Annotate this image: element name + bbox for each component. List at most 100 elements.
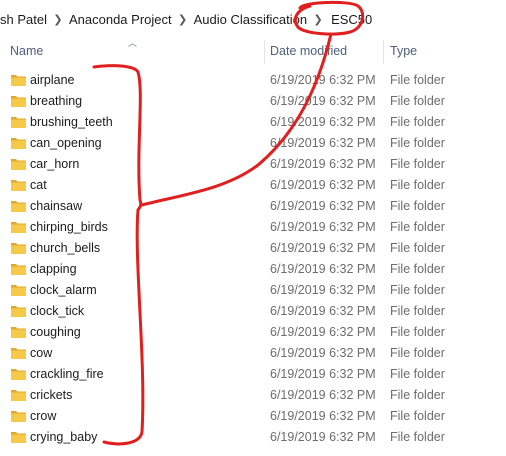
file-type: File folder	[390, 136, 445, 150]
file-name[interactable]: church_bells	[30, 241, 100, 255]
list-item[interactable]: breathing 6/19/2019 6:32 PM File folder	[0, 91, 506, 112]
list-item[interactable]: chainsaw 6/19/2019 6:32 PM File folder	[0, 196, 506, 217]
file-name[interactable]: airplane	[30, 73, 74, 87]
list-item[interactable]: airplane 6/19/2019 6:32 PM File folder	[0, 70, 506, 91]
breadcrumb-item-audio-classification[interactable]: Audio Classification	[194, 12, 307, 27]
date-modified: 6/19/2019 6:32 PM	[270, 115, 376, 129]
file-name[interactable]: breathing	[30, 94, 82, 108]
date-modified: 6/19/2019 6:32 PM	[270, 409, 376, 423]
file-name[interactable]: chainsaw	[30, 199, 82, 213]
folder-icon	[11, 96, 26, 107]
column-divider[interactable]	[383, 40, 384, 64]
file-name[interactable]: chirping_birds	[30, 220, 108, 234]
folder-icon	[11, 285, 26, 296]
list-item[interactable]: brushing_teeth 6/19/2019 6:32 PM File fold…	[0, 112, 506, 133]
file-name[interactable]: can_opening	[30, 136, 102, 150]
column-header-row: Name Date modified Type	[0, 38, 506, 64]
list-item[interactable]: crackling_fire 6/19/2019 6:32 PM File fold…	[0, 364, 506, 385]
date-modified: 6/19/2019 6:32 PM	[270, 388, 376, 402]
date-modified: 6/19/2019 6:32 PM	[270, 346, 376, 360]
file-name[interactable]: coughing	[30, 325, 81, 339]
file-list: airplane 6/19/2019 6:32 PM File folder brea…	[0, 70, 506, 448]
file-type: File folder	[390, 115, 445, 129]
breadcrumb: sh Patel ❯ Anaconda Project ❯ Audio Clas…	[0, 0, 506, 38]
date-modified: 6/19/2019 6:32 PM	[270, 157, 376, 171]
date-modified: 6/19/2019 6:32 PM	[270, 178, 376, 192]
folder-icon	[11, 138, 26, 149]
file-type: File folder	[390, 346, 445, 360]
folder-icon	[11, 243, 26, 254]
file-type: File folder	[390, 73, 445, 87]
file-name[interactable]: crickets	[30, 388, 72, 402]
chevron-right-icon[interactable]: ❯	[47, 13, 69, 26]
file-name[interactable]: car_horn	[30, 157, 79, 171]
chevron-right-icon[interactable]: ❯	[172, 13, 194, 26]
date-modified: 6/19/2019 6:32 PM	[270, 283, 376, 297]
breadcrumb-item-anaconda-project[interactable]: Anaconda Project	[69, 12, 172, 27]
date-modified: 6/19/2019 6:32 PM	[270, 241, 376, 255]
date-modified: 6/19/2019 6:32 PM	[270, 304, 376, 318]
file-type: File folder	[390, 409, 445, 423]
date-modified: 6/19/2019 6:32 PM	[270, 199, 376, 213]
breadcrumb-item-user[interactable]: sh Patel	[0, 12, 47, 27]
breadcrumb-item-esc50[interactable]: ESC50	[329, 12, 374, 27]
date-modified: 6/19/2019 6:32 PM	[270, 73, 376, 87]
list-item[interactable]: crickets 6/19/2019 6:32 PM File folder	[0, 385, 506, 406]
list-item[interactable]: clock_alarm 6/19/2019 6:32 PM File folder	[0, 280, 506, 301]
list-item[interactable]: chirping_birds 6/19/2019 6:32 PM File fold…	[0, 217, 506, 238]
file-name[interactable]: clock_tick	[30, 304, 84, 318]
folder-icon	[11, 306, 26, 317]
file-type: File folder	[390, 199, 445, 213]
file-name[interactable]: clapping	[30, 262, 77, 276]
chevron-right-icon[interactable]: ❯	[307, 13, 329, 26]
folder-icon	[11, 201, 26, 212]
folder-icon	[11, 369, 26, 380]
file-type: File folder	[390, 430, 445, 444]
folder-icon	[11, 390, 26, 401]
date-modified: 6/19/2019 6:32 PM	[270, 325, 376, 339]
column-header-date-modified[interactable]: Date modified	[270, 44, 347, 58]
file-name[interactable]: clock_alarm	[30, 283, 97, 297]
folder-icon	[11, 348, 26, 359]
folder-icon	[11, 75, 26, 86]
date-modified: 6/19/2019 6:32 PM	[270, 367, 376, 381]
list-item[interactable]: clock_tick 6/19/2019 6:32 PM File folder	[0, 301, 506, 322]
file-type: File folder	[390, 262, 445, 276]
date-modified: 6/19/2019 6:32 PM	[270, 262, 376, 276]
list-item[interactable]: church_bells 6/19/2019 6:32 PM File folder	[0, 238, 506, 259]
column-divider[interactable]	[264, 40, 265, 64]
file-name[interactable]: crackling_fire	[30, 367, 104, 381]
file-type: File folder	[390, 241, 445, 255]
date-modified: 6/19/2019 6:32 PM	[270, 220, 376, 234]
file-type: File folder	[390, 94, 445, 108]
file-name[interactable]: crow	[30, 409, 56, 423]
file-type: File folder	[390, 388, 445, 402]
file-type: File folder	[390, 178, 445, 192]
date-modified: 6/19/2019 6:32 PM	[270, 94, 376, 108]
column-header-name[interactable]: Name	[10, 44, 43, 58]
folder-icon	[11, 411, 26, 422]
file-name[interactable]: cat	[30, 178, 47, 192]
list-item[interactable]: cow 6/19/2019 6:32 PM File folder	[0, 343, 506, 364]
file-explorer-window: sh Patel ❯ Anaconda Project ❯ Audio Clas…	[0, 0, 506, 456]
file-name[interactable]: cow	[30, 346, 52, 360]
list-item[interactable]: coughing 6/19/2019 6:32 PM File folder	[0, 322, 506, 343]
list-item[interactable]: crow 6/19/2019 6:32 PM File folder	[0, 406, 506, 427]
file-name[interactable]: brushing_teeth	[30, 115, 113, 129]
folder-icon	[11, 159, 26, 170]
folder-icon	[11, 327, 26, 338]
file-type: File folder	[390, 304, 445, 318]
folder-icon	[11, 432, 26, 443]
list-item[interactable]: cat 6/19/2019 6:32 PM File folder	[0, 175, 506, 196]
column-header-type[interactable]: Type	[390, 44, 417, 58]
list-item[interactable]: clapping 6/19/2019 6:32 PM File folder	[0, 259, 506, 280]
list-item[interactable]: can_opening 6/19/2019 6:32 PM File folder	[0, 133, 506, 154]
list-item[interactable]: car_horn 6/19/2019 6:32 PM File folder	[0, 154, 506, 175]
list-item[interactable]: crying_baby 6/19/2019 6:32 PM File folder	[0, 427, 506, 448]
file-type: File folder	[390, 157, 445, 171]
file-type: File folder	[390, 325, 445, 339]
folder-icon	[11, 222, 26, 233]
file-name[interactable]: crying_baby	[30, 430, 97, 444]
date-modified: 6/19/2019 6:32 PM	[270, 136, 376, 150]
date-modified: 6/19/2019 6:32 PM	[270, 430, 376, 444]
